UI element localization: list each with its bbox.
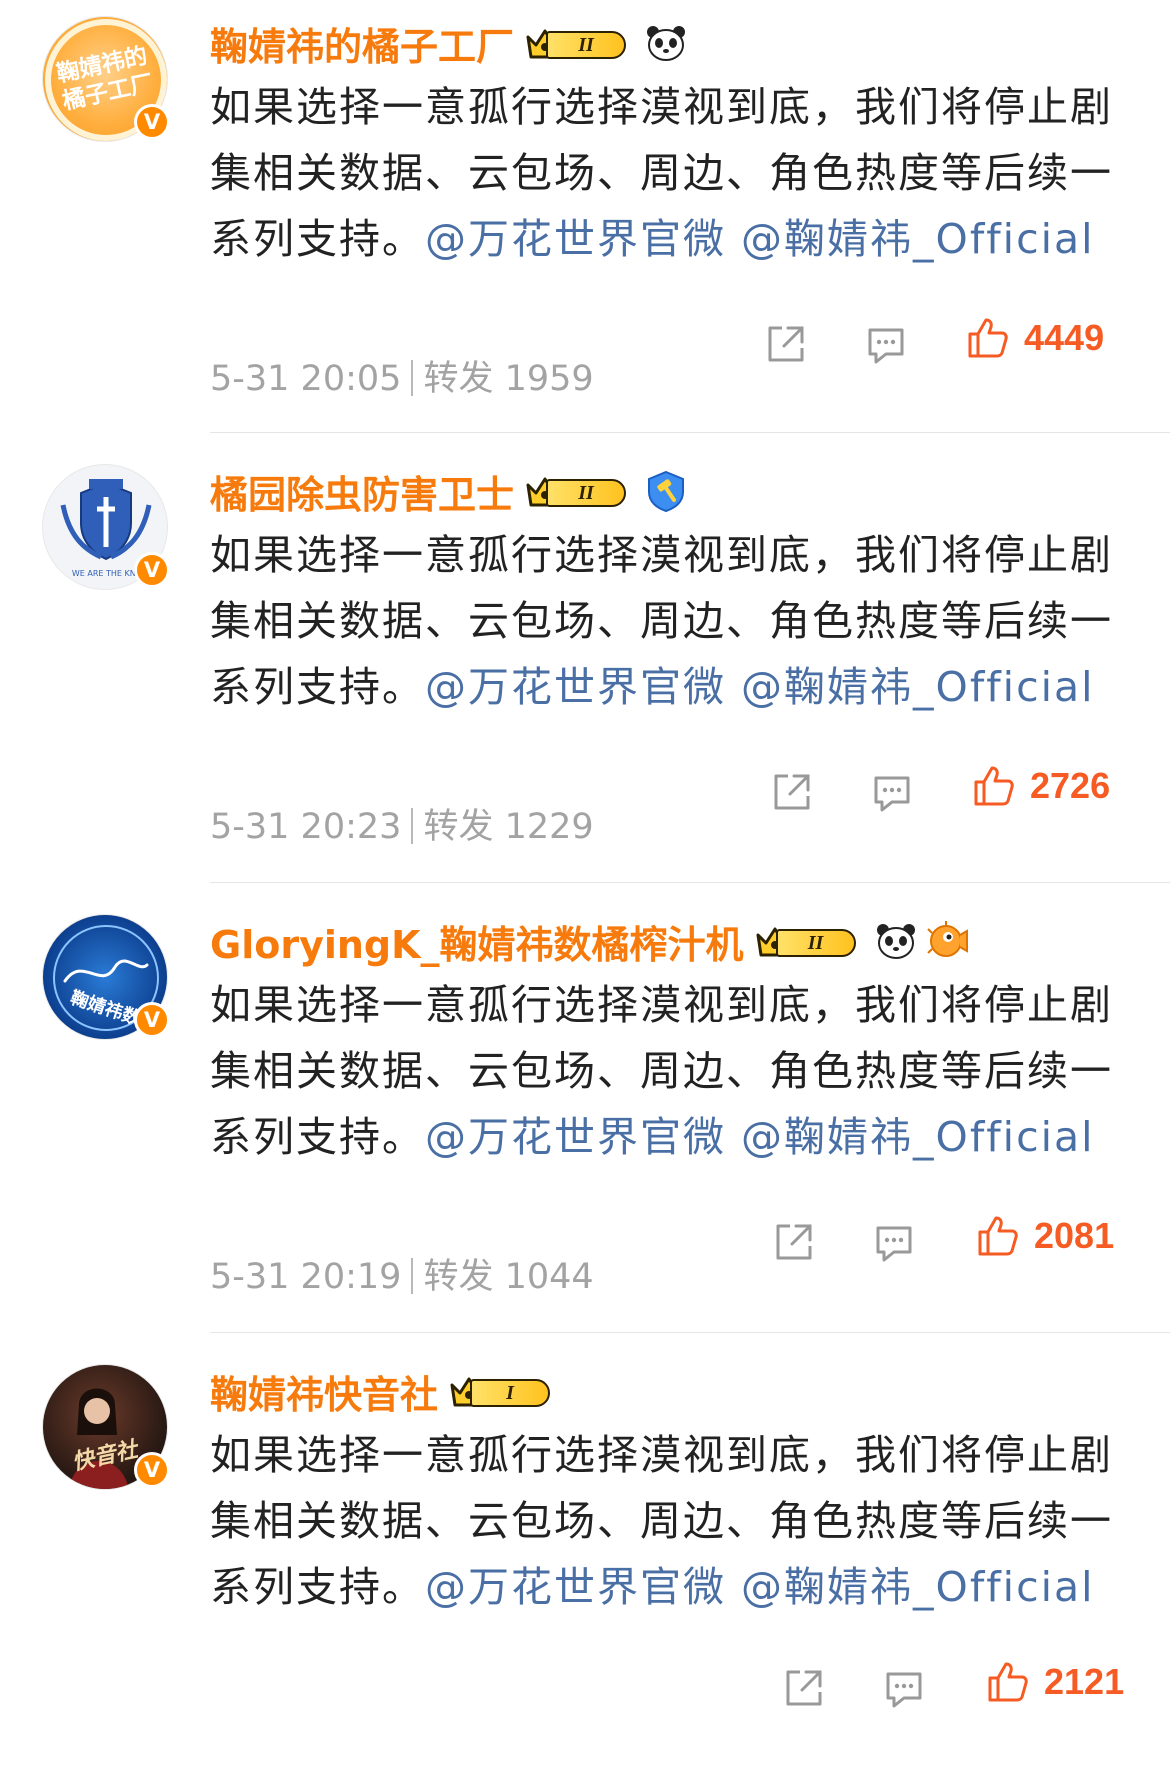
like-button[interactable]: 2726 <box>972 764 1110 808</box>
level-label: II <box>775 929 856 957</box>
thumbs-up-icon <box>974 766 1014 806</box>
comment-meta: 5-31 20:19 转发 1044 <box>210 1248 594 1299</box>
membership-level-badge[interactable]: II <box>754 921 866 961</box>
divider <box>411 1258 414 1294</box>
divider <box>411 360 414 396</box>
verified-badge: V <box>134 1002 170 1038</box>
comment-text: 如果选择一意孤行选择漠视到底，我们将停止剧集相关数据、云包场、周边、角色热度等后… <box>210 83 1113 263</box>
panda-icon <box>647 26 686 61</box>
repost-count[interactable]: 转发 1044 <box>423 1257 593 1297</box>
divider <box>210 882 1170 883</box>
mention-link[interactable]: @鞠婧祎_Official <box>741 1563 1094 1611</box>
comment-feed: 鞠婧祎的橘子工厂 V 鞠婧祎的橘子工厂 II 如果选择一意孤行选择漠视到底，我们… <box>0 0 1170 1772</box>
verified-badge: V <box>134 552 170 588</box>
comment-meta: 5-31 20:23 转发 1229 <box>210 798 594 849</box>
membership-level-badge[interactable]: I <box>448 1371 560 1411</box>
name-row: 橘园除虫防害卫士 II <box>210 464 686 519</box>
username[interactable]: 橘园除虫防害卫士 <box>210 464 514 519</box>
thumbs-up-icon <box>988 1662 1028 1702</box>
shield-hammer-icon <box>648 470 685 512</box>
like-button[interactable]: 4449 <box>966 316 1104 360</box>
comment-item: 鞠婧祎数 V GloryingK_鞠婧祎数橘榨汁机 II 如果选择一意孤行选择漠… <box>0 898 1170 1348</box>
name-row: GloryingK_鞠婧祎数橘榨汁机 II <box>210 914 968 969</box>
comment-text: 如果选择一意孤行选择漠视到底，我们将停止剧集相关数据、云包场、周边、角色热度等后… <box>210 1431 1113 1611</box>
like-count: 2081 <box>1034 1215 1115 1256</box>
mention-link[interactable]: @鞠婧祎_Official <box>741 1113 1094 1161</box>
timestamp: 5-31 20:23 <box>210 807 402 847</box>
comment-item: 鞠婧祎的橘子工厂 V 鞠婧祎的橘子工厂 II 如果选择一意孤行选择漠视到底，我们… <box>0 0 1170 450</box>
name-row: 鞠婧祎快音社 I <box>210 1364 560 1419</box>
comment-icon[interactable] <box>882 1666 926 1710</box>
thumbs-up-icon <box>978 1216 1018 1256</box>
timestamp: 5-31 20:19 <box>210 1257 402 1297</box>
like-count: 4449 <box>1024 317 1105 358</box>
divider <box>210 432 1170 433</box>
username[interactable]: GloryingK_鞠婧祎数橘榨汁机 <box>210 914 744 969</box>
like-count: 2121 <box>1044 1661 1125 1702</box>
username[interactable]: 鞠婧祎快音社 <box>210 1364 438 1419</box>
share-icon[interactable] <box>770 770 814 814</box>
username[interactable]: 鞠婧祎的橘子工厂 <box>210 16 514 71</box>
comment-item: 快音社 V 鞠婧祎快音社 I 如果选择一意孤行选择漠视到底，我们将停止剧集相关数… <box>0 1348 1170 1772</box>
mention-link[interactable]: @鞠婧祎_Official <box>741 215 1094 263</box>
level-label: II <box>546 479 627 507</box>
level-label: I <box>470 1379 551 1407</box>
comment-icon[interactable] <box>864 322 908 366</box>
comment-text: 如果选择一意孤行选择漠视到底，我们将停止剧集相关数据、云包场、周边、角色热度等后… <box>210 981 1113 1161</box>
share-icon[interactable] <box>782 1666 826 1710</box>
mention-link[interactable]: @鞠婧祎_Official <box>741 663 1094 711</box>
comment-icon[interactable] <box>872 1220 916 1264</box>
panda-icon <box>876 924 915 959</box>
like-count: 2726 <box>1030 765 1111 806</box>
membership-level-badge[interactable]: II <box>524 23 636 63</box>
level-label: II <box>546 31 627 59</box>
mention-link[interactable]: @万花世界官微 <box>425 663 726 711</box>
name-row: 鞠婧祎的橘子工厂 II <box>210 16 686 71</box>
repost-count[interactable]: 转发 1959 <box>423 359 593 399</box>
divider <box>210 1332 1170 1333</box>
share-icon[interactable] <box>764 322 808 366</box>
timestamp: 5-31 20:05 <box>210 359 402 399</box>
divider <box>411 808 414 844</box>
comment-icon[interactable] <box>870 770 914 814</box>
like-button[interactable]: 2121 <box>986 1660 1124 1704</box>
mention-link[interactable]: @万花世界官微 <box>425 1113 726 1161</box>
thumbs-up-icon <box>968 318 1008 358</box>
comment-text: 如果选择一意孤行选择漠视到底，我们将停止剧集相关数据、云包场、周边、角色热度等后… <box>210 531 1113 711</box>
comment-meta: 5-31 20:05 转发 1959 <box>210 350 594 401</box>
verified-badge: V <box>134 104 170 140</box>
pufferfish-icon <box>926 921 968 957</box>
verified-badge: V <box>134 1452 170 1488</box>
repost-count[interactable]: 转发 1229 <box>423 807 593 847</box>
comment-item: WE ARE THE KNI V 橘园除虫防害卫士 II 如果选择一意孤行选择漠… <box>0 448 1170 898</box>
share-icon[interactable] <box>772 1220 816 1264</box>
mention-link[interactable]: @万花世界官微 <box>425 215 726 263</box>
mention-link[interactable]: @万花世界官微 <box>425 1563 726 1611</box>
membership-level-badge[interactable]: II <box>524 471 636 511</box>
like-button[interactable]: 2081 <box>976 1214 1114 1258</box>
